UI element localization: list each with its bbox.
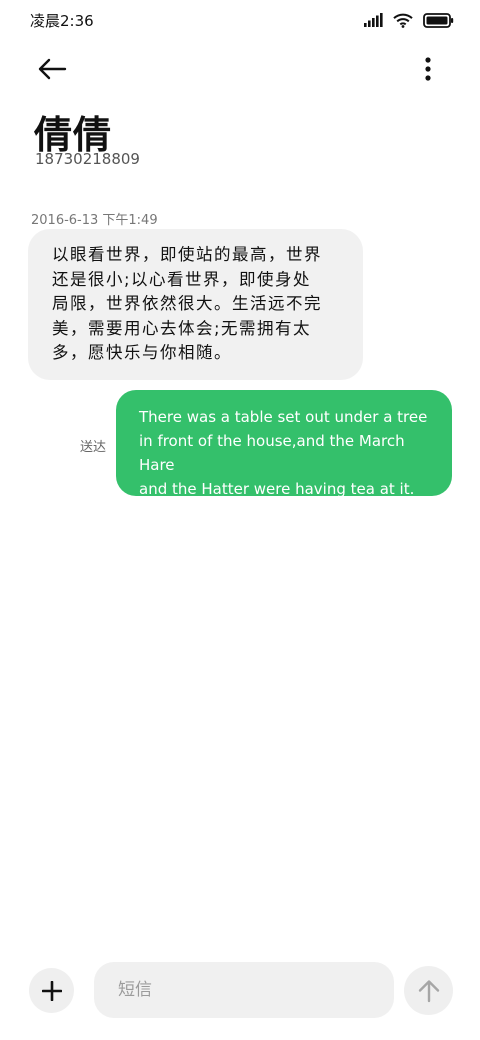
send-button[interactable] — [404, 966, 453, 1015]
plus-icon — [41, 980, 62, 1001]
message-line: 多，愿快乐与你相随。 — [52, 343, 232, 362]
message-line: 局限，世界依然很大。生活远不完 — [52, 294, 322, 313]
message-thread-screen: 凌晨2:36 倩倩 18730218809 2016-6-13 下午1:49 以… — [0, 0, 480, 1040]
arrow-left-icon — [38, 58, 67, 80]
message-timestamp: 2016-6-13 下午1:49 — [31, 213, 158, 228]
signal-icon — [364, 13, 383, 27]
contact-number: 18730218809 — [35, 150, 140, 168]
wifi-icon — [393, 13, 413, 28]
message-line: 美，需要用心去体会;无需拥有太 — [52, 318, 312, 338]
message-line: 以眼看世界，即使站的最高，世界 — [52, 245, 322, 264]
battery-icon — [423, 12, 454, 28]
more-vertical-icon — [425, 57, 431, 81]
message-input[interactable] — [94, 962, 394, 1018]
add-attachment-button[interactable] — [29, 968, 74, 1013]
message-line: and the Hatter were having tea at it. — [139, 480, 415, 498]
status-icons — [364, 12, 454, 28]
message-line: There was a table set out under a tree — [139, 408, 428, 426]
arrow-up-icon — [418, 979, 439, 1002]
message-line: 还是很小;以心看世界，即使身处 — [52, 269, 312, 289]
more-options-button[interactable] — [408, 50, 448, 88]
outgoing-message-bubble[interactable]: There was a table set out under a tree i… — [116, 390, 452, 498]
back-button[interactable] — [30, 50, 74, 88]
incoming-message-bubble[interactable]: 以眼看世界，即使站的最高，世界 还是很小;以心看世界，即使身处 局限，世界依然很… — [28, 229, 363, 380]
message-line: in front of the house,and the March Hare — [139, 432, 405, 474]
status-bar: 凌晨2:36 — [0, 0, 480, 40]
status-time: 凌晨2:36 — [30, 11, 94, 30]
delivery-status: 送达 — [80, 440, 107, 455]
